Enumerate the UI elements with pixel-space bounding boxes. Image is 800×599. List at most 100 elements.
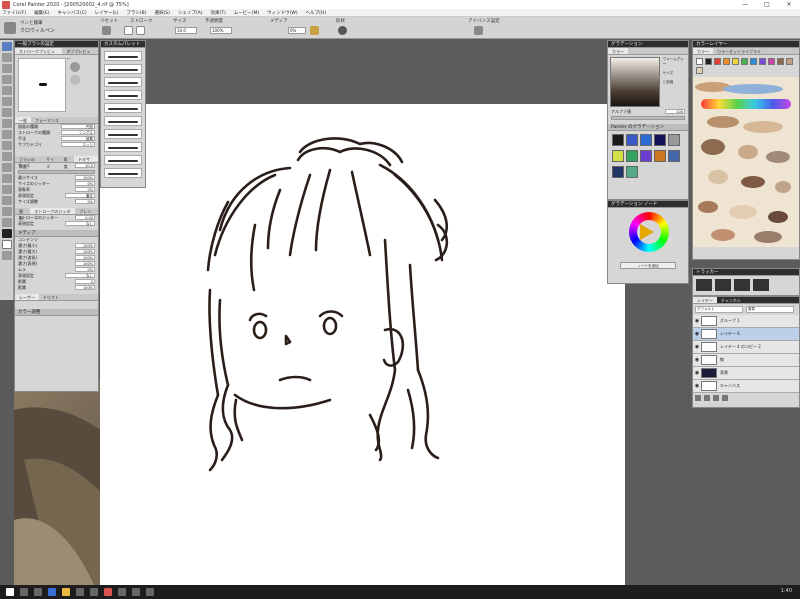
brush-stroke-preset[interactable] xyxy=(104,103,142,113)
tab-color[interactable]: カラー xyxy=(608,48,628,54)
media-row-value[interactable]: 100% xyxy=(75,243,95,248)
media-row-value[interactable]: なし xyxy=(65,273,95,278)
advanced-settings-icon[interactable] xyxy=(474,26,483,35)
layer-row[interactable]: ◉ レイヤー 4 のコピー 2 xyxy=(693,341,799,354)
size-row-value[interactable]: 100% xyxy=(75,175,95,180)
dropper-tool-icon[interactable] xyxy=(2,53,12,62)
menu-layers[interactable]: レイヤー(L) xyxy=(95,10,119,16)
brush-stroke-preset[interactable] xyxy=(104,51,142,61)
tracker-stroke[interactable] xyxy=(734,279,750,291)
text-tool-icon[interactable] xyxy=(2,141,12,150)
brush-stroke-preset[interactable] xyxy=(104,90,142,100)
painter-icon[interactable] xyxy=(104,588,112,596)
brush-stroke-preset[interactable] xyxy=(104,116,142,126)
brush-tool-icon[interactable] xyxy=(2,42,12,51)
layer-mask-icon[interactable] xyxy=(704,395,710,401)
color-chip[interactable] xyxy=(696,58,703,65)
reset-icon[interactable] xyxy=(102,26,111,35)
visibility-eye-icon[interactable]: ◉ xyxy=(693,344,701,350)
gradient-swatch[interactable] xyxy=(654,150,666,162)
media-row-value[interactable]: 100% xyxy=(75,255,95,260)
setting-dropdown[interactable]: 円形 xyxy=(61,124,95,129)
gradient-swatch[interactable] xyxy=(668,150,680,162)
maximize-icon[interactable]: □ xyxy=(756,0,778,9)
tab-channels[interactable]: チャンネル xyxy=(717,297,745,303)
stroke-row-value[interactable]: 0.00 xyxy=(75,215,95,220)
stroke-row-value[interactable]: なし xyxy=(65,221,95,226)
rotate-page-tool-icon[interactable] xyxy=(2,218,12,227)
menu-window[interactable]: ウィンドウ(W) xyxy=(267,10,297,16)
mixer-pad[interactable] xyxy=(693,77,799,247)
tab-dab-preview[interactable]: ダブプレビュー xyxy=(62,48,98,61)
color-chip[interactable] xyxy=(741,58,748,65)
brush-stroke-preset[interactable] xyxy=(104,129,142,139)
setting-dropdown[interactable]: シングル xyxy=(61,130,95,135)
menu-brushes[interactable]: ブラシ(B) xyxy=(127,10,147,16)
add-node-button[interactable]: ノードを追加 xyxy=(620,262,676,269)
tab-rake[interactable]: レーザー xyxy=(15,294,39,300)
color-chip[interactable] xyxy=(696,67,703,74)
visibility-eye-icon[interactable]: ◉ xyxy=(693,331,701,337)
layer-adjuster-tool-icon[interactable] xyxy=(2,86,12,95)
tab-layers[interactable]: レイヤー xyxy=(693,297,717,303)
dodge-tool-icon[interactable] xyxy=(2,185,12,194)
app-icon[interactable] xyxy=(146,588,154,596)
gradient-swatch[interactable] xyxy=(640,150,652,162)
layer-row[interactable]: ◉ 背景 xyxy=(693,367,799,380)
color-chip[interactable] xyxy=(768,58,775,65)
tab-stroke-jitter[interactable]: ストロークのジッター xyxy=(30,208,76,221)
tracker-stroke[interactable] xyxy=(715,279,731,291)
brush-selector-icon[interactable] xyxy=(4,22,16,34)
opacity-slider[interactable] xyxy=(611,116,685,120)
tab-spacing[interactable]: 間隔 xyxy=(15,208,30,221)
app-icon[interactable] xyxy=(118,588,126,596)
color-variance-title[interactable]: カラー調整 xyxy=(15,309,98,316)
menu-select[interactable]: 選択(S) xyxy=(155,10,170,16)
opacity-field[interactable]: 100% xyxy=(210,27,232,34)
tab-brush-precision[interactable]: ブラシの精度 xyxy=(15,156,42,169)
gradient-swatch[interactable] xyxy=(654,134,666,146)
menu-edit[interactable]: 編集(E) xyxy=(34,10,49,16)
gradient-preview[interactable] xyxy=(610,57,660,107)
color-chip[interactable] xyxy=(723,58,730,65)
search-icon[interactable] xyxy=(20,588,28,596)
explorer-icon[interactable] xyxy=(62,588,70,596)
opacity-value[interactable]: 100 xyxy=(665,109,685,114)
layer-row[interactable]: ◉ レイヤー 6 xyxy=(693,328,799,341)
gradient-swatch[interactable] xyxy=(626,166,638,178)
setting-dropdown[interactable]: 被覆 xyxy=(61,136,95,141)
media-row-value[interactable]: 0 xyxy=(75,279,95,284)
paper-texture-icon[interactable] xyxy=(310,26,319,35)
media-row-value[interactable]: 0% xyxy=(75,267,95,272)
media-row-value[interactable]: 100% xyxy=(75,249,95,254)
lasso-tool-icon[interactable] xyxy=(2,108,12,117)
size-row-value[interactable]: 10.0 xyxy=(75,163,95,168)
color-chip[interactable] xyxy=(786,58,793,65)
transform-tool-icon[interactable] xyxy=(2,97,12,106)
menu-movie[interactable]: ムービー(M) xyxy=(234,10,259,16)
brush-stroke-preset[interactable] xyxy=(104,77,142,87)
color-triangle[interactable] xyxy=(640,224,654,240)
brush-stroke-preset[interactable] xyxy=(104,142,142,152)
blend-method-dropdown[interactable]: 乗算 xyxy=(746,306,794,313)
magic-wand-tool-icon[interactable] xyxy=(2,119,12,128)
group-icon[interactable] xyxy=(713,395,719,401)
crop-tool-icon[interactable] xyxy=(2,130,12,139)
size-row-value[interactable]: 0% xyxy=(75,199,95,204)
tab-size[interactable]: サイズ xyxy=(42,156,60,169)
size-slider[interactable] xyxy=(18,170,95,174)
color-chip[interactable] xyxy=(750,58,757,65)
size-field[interactable]: 10.0 xyxy=(175,27,197,34)
stroke-freehand-icon[interactable] xyxy=(124,26,133,35)
visibility-eye-icon[interactable]: ◉ xyxy=(693,357,701,363)
visibility-eye-icon[interactable]: ◉ xyxy=(693,318,701,324)
menu-help[interactable]: ヘルプ(H) xyxy=(306,10,326,16)
tab-performance[interactable]: フォーマンス xyxy=(31,117,63,123)
visibility-eye-icon[interactable]: ◉ xyxy=(693,370,701,376)
gradient-swatch[interactable] xyxy=(612,134,624,146)
media-row-value[interactable]: 100% xyxy=(75,261,95,266)
magnifier-tool-icon[interactable] xyxy=(2,207,12,216)
layer-row[interactable]: ◉ 線 xyxy=(693,354,799,367)
tab-angle[interactable]: 角度 xyxy=(60,156,74,169)
brush-stroke-preset[interactable] xyxy=(104,168,142,178)
